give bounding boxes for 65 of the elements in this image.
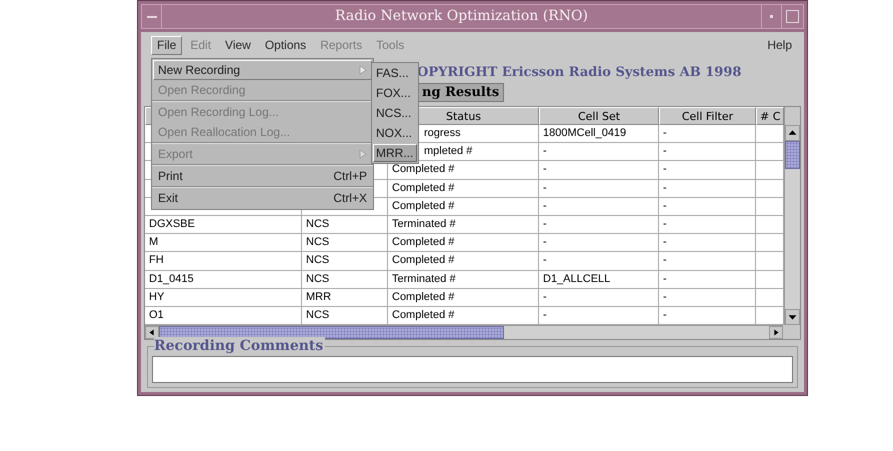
horizontal-scrollbar[interactable] <box>145 325 783 340</box>
table-cell: - <box>539 288 659 307</box>
table-cell: NCS <box>302 270 388 289</box>
table-cell: M <box>145 234 302 252</box>
table-cell: Completed # <box>388 252 539 270</box>
scroll-thumb[interactable] <box>785 141 800 169</box>
table-cell: - <box>659 125 756 144</box>
table-cell: D1_0415 <box>145 270 302 289</box>
table-cell: Terminated # <box>388 270 539 289</box>
table-cell: HY <box>145 288 302 307</box>
table-cell: - <box>539 161 659 180</box>
table-cell: Completed # <box>388 288 539 307</box>
table-cell: D1_ALLCELL <box>539 270 659 289</box>
table-cell: - <box>539 198 659 216</box>
table-cell: - <box>659 198 756 216</box>
help-menu[interactable]: Help <box>763 36 796 54</box>
table-cell: DGXSBE <box>145 216 302 234</box>
column-header: # C <box>756 107 784 125</box>
scroll-right-icon[interactable] <box>769 326 783 340</box>
table-cell: - <box>539 180 659 198</box>
table-cell: NCS <box>302 252 388 270</box>
table-cell: Completed # <box>388 198 539 216</box>
table-cell: - <box>659 143 756 162</box>
table-cell: MRR <box>302 288 388 307</box>
table-cell: Terminated # <box>388 216 539 234</box>
table-cell: 1800MCell_0419 <box>539 125 659 144</box>
group-title: Recording Comments <box>154 337 326 356</box>
menu-item[interactable]: Print Ctrl+P <box>153 166 372 186</box>
menu-item[interactable]: View <box>219 36 257 54</box>
menu-item[interactable]: MRR... <box>373 144 417 162</box>
table-cell: NCS <box>302 216 388 234</box>
table-cell: - <box>659 252 756 270</box>
vertical-scrollbar[interactable] <box>784 107 800 326</box>
comments-field[interactable] <box>152 356 793 384</box>
menu-item[interactable]: FOX... <box>373 84 417 102</box>
menu-item[interactable]: FAS... <box>373 64 417 82</box>
table-cell: - <box>659 180 756 198</box>
table-cell: - <box>539 252 659 270</box>
table-cell: FH <box>145 252 302 270</box>
menu-item[interactable]: File <box>151 36 182 54</box>
table-cell: - <box>659 288 756 307</box>
table-cell: - <box>539 234 659 252</box>
column-header: Cell Set <box>539 107 659 125</box>
scroll-left-icon[interactable] <box>145 326 159 340</box>
table-cell: - <box>659 161 756 180</box>
table-cell: NCS <box>302 234 388 252</box>
column-header: Cell Filter <box>659 107 756 125</box>
menu-item[interactable]: Exit Ctrl+X <box>153 188 372 208</box>
table-cell: - <box>539 216 659 234</box>
table-cell: - <box>659 216 756 234</box>
table-cell: - <box>659 270 756 289</box>
scroll-down-icon[interactable] <box>785 309 800 326</box>
copyright-text: OPYRIGHT Ericsson Radio Systems AB 1998 <box>417 64 742 82</box>
scroll-up-icon[interactable] <box>785 125 800 141</box>
submenu-arrow-icon <box>359 149 367 159</box>
scroll-thumb[interactable] <box>159 326 504 340</box>
submenu-arrow-icon <box>359 65 367 75</box>
menu-item[interactable]: New Recording <box>153 60 372 80</box>
menu-item[interactable]: Options <box>258 36 312 54</box>
window-title: Radio Network Optimization (RNO) <box>334 7 589 26</box>
table-cell: - <box>539 143 659 162</box>
table-cell: Completed # <box>388 234 539 252</box>
table-cell: Completed # <box>388 180 539 198</box>
table-cell: - <box>659 234 756 252</box>
tab[interactable]: ng Results <box>417 83 504 102</box>
